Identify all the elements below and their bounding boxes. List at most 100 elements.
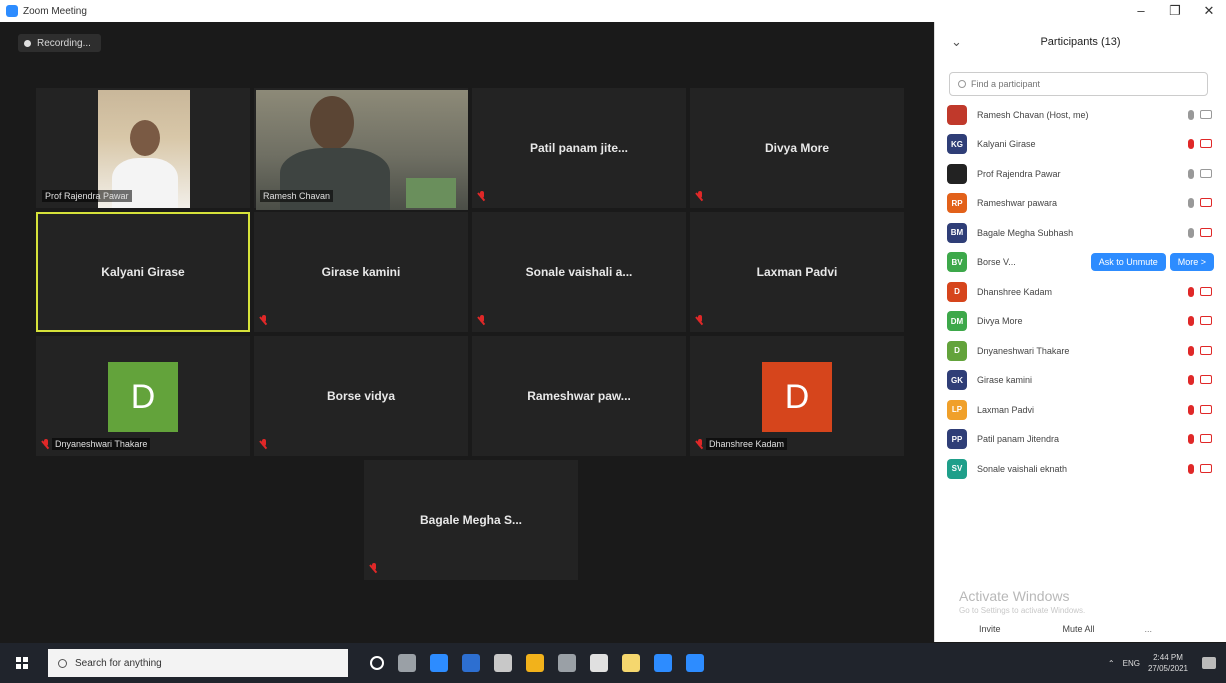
video-off-icon[interactable] bbox=[1200, 345, 1212, 355]
clock[interactable]: 2:44 PM 27/05/2021 bbox=[1148, 652, 1188, 674]
taskbar-app-icon[interactable] bbox=[526, 654, 544, 672]
muted-mic-icon[interactable] bbox=[1188, 316, 1194, 327]
video-tile[interactable]: Prof Rajendra Pawar bbox=[36, 88, 250, 208]
participant-name: Kalyani Girase bbox=[977, 139, 1036, 150]
participant-avatar: D bbox=[108, 362, 178, 432]
mic-icon[interactable] bbox=[1188, 198, 1194, 209]
minimize-button[interactable]: – bbox=[1124, 0, 1158, 22]
video-tile[interactable]: Sonale vaishali a... bbox=[472, 212, 686, 332]
close-button[interactable]: ✕ bbox=[1192, 0, 1226, 22]
taskbar-app-icon[interactable] bbox=[370, 656, 384, 670]
more-options-button[interactable]: More > bbox=[1169, 253, 1214, 272]
video-off-icon[interactable] bbox=[1200, 463, 1212, 473]
video-tile[interactable]: Laxman Padvi bbox=[690, 212, 904, 332]
video-tile[interactable]: Rameshwar paw... bbox=[472, 336, 686, 456]
mic-icon[interactable] bbox=[1188, 168, 1194, 179]
participant-row[interactable]: D Dhanshree Kadam bbox=[935, 277, 1226, 307]
muted-mic-icon[interactable] bbox=[1188, 286, 1194, 297]
video-off-icon[interactable] bbox=[1200, 286, 1212, 296]
mic-icon[interactable] bbox=[1188, 227, 1194, 238]
video-off-icon[interactable] bbox=[1200, 404, 1212, 414]
participant-row[interactable]: BV Borse V... Ask to Unmute More > bbox=[935, 248, 1226, 278]
video-icon[interactable] bbox=[1200, 168, 1212, 178]
video-tile[interactable]: Divya More bbox=[690, 88, 904, 208]
video-tile[interactable]: D Dnyaneshwari Thakare bbox=[36, 336, 250, 456]
taskbar-app-icon[interactable] bbox=[558, 654, 576, 672]
meeting-gallery: Recording... Prof Rajendra Pawar Ramesh … bbox=[8, 24, 930, 642]
video-icon[interactable] bbox=[1200, 109, 1212, 119]
muted-mic-icon[interactable] bbox=[1188, 404, 1194, 415]
video-tile[interactable]: Borse vidya bbox=[254, 336, 468, 456]
video-tile-active-speaker[interactable]: Kalyani Girase bbox=[36, 212, 250, 332]
participant-avatar: BV bbox=[947, 252, 967, 273]
muted-mic-icon[interactable] bbox=[1188, 375, 1194, 386]
participant-avatar: PP bbox=[947, 429, 967, 450]
participant-row[interactable]: SV Sonale vaishali eknath bbox=[935, 454, 1226, 484]
video-off-icon[interactable] bbox=[1200, 375, 1212, 385]
muted-mic-icon[interactable] bbox=[1188, 463, 1194, 474]
participant-name: Bagale Megha Subhash bbox=[977, 227, 1074, 238]
participant-row[interactable]: PP Patil panam Jitendra bbox=[935, 425, 1226, 455]
zoom-app-icon bbox=[6, 5, 18, 17]
participant-row[interactable]: Prof Rajendra Pawar bbox=[935, 159, 1226, 189]
tile-name: Divya More bbox=[764, 141, 830, 155]
participant-row[interactable]: KG Kalyani Girase bbox=[935, 130, 1226, 160]
video-tile[interactable]: D Dhanshree Kadam bbox=[690, 336, 904, 456]
muted-mic-icon[interactable] bbox=[1188, 345, 1194, 356]
taskbar-app-icon[interactable] bbox=[462, 654, 480, 672]
taskbar-app-icon[interactable] bbox=[622, 654, 640, 672]
notification-icon[interactable] bbox=[1202, 657, 1216, 669]
more-button[interactable]: ... bbox=[1145, 624, 1153, 634]
participant-row[interactable]: Ramesh Chavan (Host, me) bbox=[935, 100, 1226, 130]
video-off-icon[interactable] bbox=[1200, 227, 1212, 237]
participant-status-icons bbox=[1188, 286, 1212, 297]
clock-date: 27/05/2021 bbox=[1147, 664, 1188, 673]
taskbar-search[interactable]: Search for anything bbox=[48, 649, 348, 677]
video-tile[interactable]: Bagale Megha S... bbox=[364, 460, 578, 580]
tray-lang[interactable]: ENG bbox=[1123, 659, 1140, 668]
participant-row[interactable]: D Dnyaneshwari Thakare bbox=[935, 336, 1226, 366]
participant-row[interactable]: DM Divya More bbox=[935, 307, 1226, 337]
tray-chevron-icon[interactable]: ⌃ bbox=[1108, 659, 1115, 668]
taskbar-app-icon[interactable] bbox=[654, 654, 672, 672]
taskbar-app-icon[interactable] bbox=[494, 654, 512, 672]
windows-start-icon[interactable] bbox=[16, 657, 28, 669]
mic-icon[interactable] bbox=[1188, 109, 1194, 120]
participant-avatar bbox=[947, 163, 967, 184]
participant-status-icons bbox=[1188, 198, 1212, 209]
participant-name: Ramesh Chavan (Host, me) bbox=[977, 109, 1089, 120]
video-off-icon[interactable] bbox=[1200, 139, 1212, 149]
video-tile[interactable]: Ramesh Chavan bbox=[254, 88, 468, 210]
video-tile[interactable]: Girase kamini bbox=[254, 212, 468, 332]
invite-button[interactable]: Invite bbox=[979, 624, 1001, 634]
participant-avatar: DM bbox=[947, 311, 967, 332]
participant-row[interactable]: GK Girase kamini bbox=[935, 366, 1226, 396]
participant-name: Patil panam Jitendra bbox=[977, 434, 1060, 445]
tile-name: Kalyani Girase bbox=[101, 265, 185, 279]
video-off-icon[interactable] bbox=[1200, 316, 1212, 326]
participant-row[interactable]: LP Laxman Padvi bbox=[935, 395, 1226, 425]
video-tile[interactable]: Patil panam jite... bbox=[472, 88, 686, 208]
participant-name: Dnyaneshwari Thakare bbox=[977, 345, 1070, 356]
collapse-chevron-icon[interactable]: ⌄ bbox=[951, 34, 962, 50]
muted-mic-icon[interactable] bbox=[1188, 139, 1194, 150]
maximize-button[interactable]: ❐ bbox=[1158, 0, 1192, 22]
taskbar-app-icon[interactable] bbox=[430, 654, 448, 672]
mute-all-button[interactable]: Mute All bbox=[1063, 624, 1095, 634]
participant-status-icons bbox=[1188, 109, 1212, 120]
participant-search-input[interactable] bbox=[971, 79, 1171, 89]
recording-indicator[interactable]: Recording... bbox=[18, 34, 101, 52]
muted-mic-icon[interactable] bbox=[1188, 434, 1194, 445]
taskbar-app-icon[interactable] bbox=[686, 654, 704, 672]
taskbar-app-icon[interactable] bbox=[398, 654, 416, 672]
ask-to-unmute-button[interactable]: Ask to Unmute bbox=[1090, 253, 1166, 272]
participant-row[interactable]: RP Rameshwar pawara bbox=[935, 189, 1226, 219]
participant-search[interactable] bbox=[949, 72, 1208, 96]
participant-row[interactable]: BM Bagale Megha Subhash bbox=[935, 218, 1226, 248]
taskbar-app-icon[interactable] bbox=[590, 654, 608, 672]
participant-status-icons bbox=[1188, 168, 1212, 179]
video-off-icon[interactable] bbox=[1200, 198, 1212, 208]
muted-mic-icon bbox=[696, 315, 704, 326]
participant-hover-actions: Ask to Unmute More > bbox=[1090, 253, 1214, 272]
video-off-icon[interactable] bbox=[1200, 434, 1212, 444]
